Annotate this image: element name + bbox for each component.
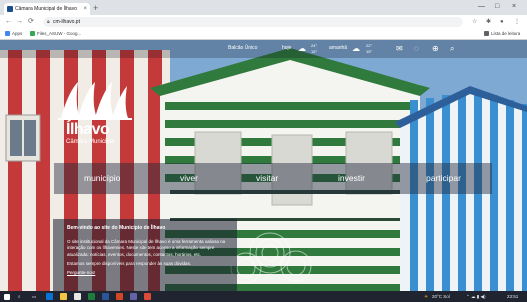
balcao-unico-link[interactable]: Balcão Único bbox=[228, 45, 257, 52]
welcome-title: Bem-vindo ao site do Município de Ílhavo bbox=[67, 225, 166, 231]
weather-today-high: 24° bbox=[311, 43, 318, 48]
website-viewport: Balcão Único hoje ☁︎ 24° 15° amanhã ☁︎ 2… bbox=[0, 40, 527, 291]
star-icon[interactable]: ☆ bbox=[472, 17, 477, 27]
chrome-icon[interactable] bbox=[144, 293, 151, 300]
search-icon[interactable]: ⌕ bbox=[450, 44, 454, 53]
taskbar-weather[interactable]: 20°C Sol bbox=[432, 292, 450, 301]
weather-tomorrow-high: 22° bbox=[366, 43, 373, 48]
cloud-icon: ☁︎ bbox=[352, 44, 360, 53]
bookmark-files[interactable]: Files_ASUW - Goog... bbox=[30, 29, 81, 39]
edge-icon[interactable] bbox=[46, 293, 53, 300]
nav-investir[interactable]: investir bbox=[338, 172, 365, 184]
url-text: cm-ilhavo.pt bbox=[53, 19, 80, 25]
powerpoint-icon[interactable] bbox=[116, 293, 123, 300]
chat-icon[interactable]: ◌ bbox=[414, 44, 419, 53]
clock[interactable]: 23:51 bbox=[507, 292, 518, 301]
extensions-icon[interactable]: ✱ bbox=[486, 17, 491, 27]
site-top-bar: Balcão Único hoje ☁︎ 24° 15° amanhã ☁︎ 2… bbox=[0, 40, 527, 58]
close-tab-icon[interactable]: × bbox=[83, 3, 87, 15]
welcome-panel: Bem-vindo ao site do Município de Ílhavo… bbox=[53, 219, 237, 291]
nav-participar[interactable]: participar bbox=[426, 172, 461, 184]
system-tray-icons[interactable]: ⌃ ☁ ▮ ◀) bbox=[466, 292, 485, 301]
ask-us-link[interactable]: Pergunte-nos! bbox=[67, 270, 95, 275]
lock-icon: 🔒︎ bbox=[47, 19, 50, 25]
reading-list[interactable]: Lista de leitura bbox=[484, 29, 520, 39]
minimize-icon[interactable]: — bbox=[478, 1, 485, 13]
mail-icon[interactable]: ✉︎ bbox=[396, 44, 403, 53]
brand-name[interactable]: Ílhavo bbox=[66, 121, 110, 139]
task-view-icon[interactable]: ▭ bbox=[32, 292, 36, 301]
excel-icon[interactable] bbox=[88, 293, 95, 300]
weather-today-low: 15° bbox=[311, 49, 318, 54]
os-taskbar: ⌕ ▭ ☀ 20°C Sol ⌃ ☁ ▮ ◀) 23:51 bbox=[0, 291, 527, 302]
weather-tomorrow-low: 15° bbox=[366, 49, 373, 54]
weather-tomorrow-label: amanhã bbox=[329, 45, 348, 51]
nav-viver[interactable]: viver bbox=[180, 172, 198, 184]
apps-icon bbox=[5, 31, 10, 37]
new-tab-button[interactable]: + bbox=[93, 2, 98, 14]
search-taskbar-icon[interactable]: ⌕ bbox=[18, 292, 21, 301]
windows-start-icon[interactable] bbox=[4, 294, 10, 300]
maximize-icon[interactable]: □ bbox=[495, 1, 499, 13]
weather-today-label: hoje bbox=[282, 45, 292, 51]
browser-tab-bar: Câmara Municipal de Ílhavo × + — □ × bbox=[0, 0, 527, 15]
nav-municipio[interactable]: município bbox=[84, 172, 120, 184]
welcome-contact-text: Estamos sempre disponíveis para responde… bbox=[67, 260, 192, 266]
url-field[interactable]: 🔒︎ cm-ilhavo.pt bbox=[43, 17, 463, 27]
main-navigation: município viver visitar investir partici… bbox=[54, 163, 492, 194]
teams-icon[interactable] bbox=[130, 293, 137, 300]
menu-icon[interactable]: ⋮ bbox=[514, 17, 520, 27]
tab-title: Câmara Municipal de Ílhavo bbox=[15, 6, 77, 12]
welcome-paragraph: O site institucional da Câmara Municipal… bbox=[67, 239, 226, 257]
ilhavo-logo-icon[interactable] bbox=[56, 80, 136, 122]
forward-icon[interactable]: → bbox=[16, 17, 23, 27]
brand-subtitle: Câmara Municipal bbox=[66, 139, 115, 145]
sun-icon: ☀ bbox=[424, 294, 429, 299]
bookmark-apps[interactable]: Apps bbox=[5, 29, 22, 39]
site-favicon-icon bbox=[7, 6, 13, 12]
word-icon[interactable] bbox=[102, 293, 109, 300]
cloud-sun-icon: ☁︎ bbox=[298, 44, 306, 53]
file-explorer-icon[interactable] bbox=[60, 293, 67, 300]
nav-visitar[interactable]: visitar bbox=[256, 172, 278, 184]
profile-icon[interactable]: ● bbox=[500, 17, 504, 27]
reload-icon[interactable]: ⟳ bbox=[28, 17, 34, 27]
reading-list-icon bbox=[484, 31, 489, 37]
back-icon[interactable]: ← bbox=[5, 17, 12, 27]
store-icon[interactable] bbox=[74, 293, 81, 300]
browser-tab[interactable]: Câmara Municipal de Ílhavo × bbox=[4, 3, 90, 15]
drive-icon bbox=[30, 31, 35, 37]
address-bar-row: ← → ⟳ 🔒︎ cm-ilhavo.pt ☆ ✱ ● ⋮ bbox=[0, 15, 527, 29]
bookmarks-bar: Apps Files_ASUW - Goog... Lista de leitu… bbox=[0, 29, 527, 40]
close-window-icon[interactable]: × bbox=[512, 1, 516, 13]
language-globe-icon[interactable]: ⊕ bbox=[432, 44, 439, 53]
